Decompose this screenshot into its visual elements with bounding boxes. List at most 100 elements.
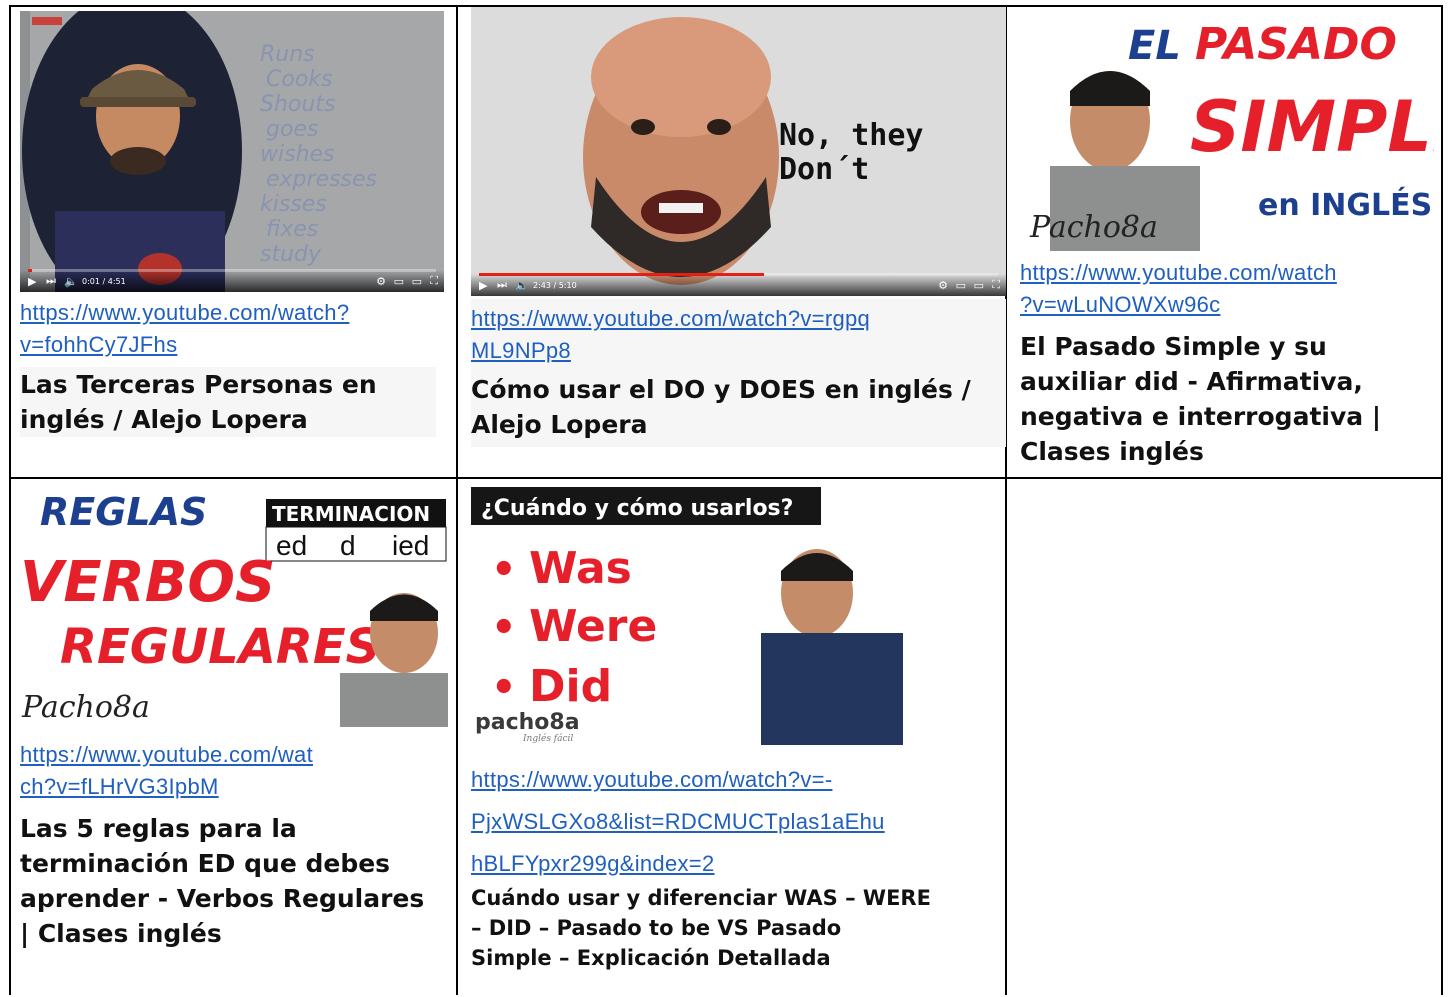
thumb-caption: Was	[529, 543, 632, 594]
thumb-caption: VERBOS	[20, 550, 275, 615]
video-title-line: Clases inglés	[1020, 437, 1204, 466]
channel-logo: Pacho8a	[21, 690, 150, 725]
video-cell-3: EL PASADO SIMPLE en INGLÉS Pacho8a https…	[1007, 5, 1441, 477]
video-link[interactable]: https://www.youtube.com/watch ?v=wLuNOWX…	[1020, 257, 1337, 321]
thumb-caption: d	[340, 530, 356, 561]
video-title-line: Las Terceras Personas en	[20, 370, 377, 399]
thumbnail-art: ¿Cuándo y cómo usarlos? • Was • Were • D…	[471, 483, 903, 745]
thumb-caption: ed	[276, 530, 307, 561]
thumb-caption: SIMPLE	[1190, 86, 1434, 168]
video-link-line: https://www.youtube.com/watch?v=-	[471, 767, 833, 792]
play-icon[interactable]: ▶	[479, 279, 487, 292]
video-title-line: terminación ED que debes	[20, 849, 391, 878]
video-title-line: auxiliar did - Afirmativa,	[1020, 367, 1363, 396]
svg-text:•: •	[491, 665, 517, 711]
thumb-caption: Did	[529, 661, 612, 712]
miniplayer-icon[interactable]: ▭	[956, 279, 966, 292]
video-title-line: | Clases inglés	[20, 919, 222, 948]
video-cell-5: ¿Cuándo y cómo usarlos? • Was • Were • D…	[458, 479, 1005, 995]
whiteboard-word: wishes	[260, 142, 335, 167]
channel-logo-subtitle: Inglés fácil	[522, 733, 573, 744]
volume-icon[interactable]: 🔈	[64, 275, 78, 288]
video-title-line: El Pasado Simple y su	[1020, 332, 1327, 361]
thumb-caption: REGLAS	[40, 490, 207, 534]
video-link-line: https://www.youtube.com/watch	[1020, 260, 1337, 285]
video-link[interactable]: https://www.youtube.com/watch?v=- PjxWSL…	[471, 759, 885, 885]
video-cell-2: No, they Don´t ▶ ⏭ 🔈 2:43 / 5:10 ⚙ ▭ ▭ ⛶…	[458, 5, 1006, 477]
theater-icon[interactable]: ▭	[412, 275, 422, 288]
fullscreen-icon[interactable]: ⛶	[992, 278, 1000, 292]
video-controls: ▶ ⏭ 🔈 2:43 / 5:10 ⚙ ▭ ▭ ⛶	[471, 274, 1006, 296]
video-link-line: PjxWSLGXo8&list=RDCMUCTplas1aEhu	[471, 809, 885, 834]
video-thumbnail[interactable]: ¿Cuándo y cómo usarlos? • Was • Were • D…	[471, 483, 903, 745]
video-link[interactable]: https://www.youtube.com/watch?v=rgpq ML9…	[471, 303, 870, 367]
table-border-right	[1441, 5, 1443, 995]
whiteboard-scene: RunsCooksShoutsgoeswishesexpresseskisses…	[20, 11, 444, 292]
video-title: Cuándo usar y diferenciar WAS – WERE – D…	[471, 883, 1001, 973]
video-link[interactable]: https://www.youtube.com/wat ch?v=fLHrVG3…	[20, 739, 313, 803]
video-thumbnail[interactable]: REGLAS TERMINACION ed d ied VERBOS REGUL…	[20, 483, 448, 727]
empty-cell	[1007, 479, 1441, 995]
video-table: Runs Cooks Shouts goes wishes expresses kisses…	[9, 5, 1443, 995]
video-cell-1: Runs Cooks Shouts goes wishes expresses kisses…	[9, 5, 456, 477]
video-link-line: https://www.youtube.com/watch?	[20, 300, 350, 325]
next-icon[interactable]: ⏭	[46, 274, 56, 288]
video-link-line: v=fohhCy7JFhs	[20, 332, 178, 357]
whiteboard-word: study	[260, 242, 322, 267]
video-title-line: Cuándo usar y diferenciar WAS – WERE	[471, 886, 931, 910]
video-link-line: https://www.youtube.com/watch?v=rgpq	[471, 306, 871, 331]
video-title-line: aprender - Verbos Regulares	[20, 884, 425, 913]
video-link-line: ch?v=fLHrVG3IpbM	[20, 774, 219, 799]
presenter-scene: No, they Don´t	[471, 7, 1006, 296]
video-link-line: hBLFYpxr299g&index=2	[471, 851, 715, 876]
next-icon[interactable]: ⏭	[497, 278, 507, 292]
video-title: Las Terceras Personas en inglés / Alejo …	[20, 367, 436, 437]
video-thumbnail[interactable]: Runs Cooks Shouts goes wishes expresses kisses…	[20, 11, 444, 292]
thumb-caption: REGULARES	[60, 619, 380, 675]
whiteboard-word: kisses	[260, 192, 327, 217]
video-title: Las 5 reglas para la terminación ED que …	[20, 811, 450, 951]
video-title-line: negativa e interrogativa |	[1020, 402, 1381, 431]
volume-icon[interactable]: 🔈	[515, 279, 529, 292]
whiteboard-word: Shouts	[260, 92, 335, 117]
fullscreen-icon[interactable]: ⛶	[430, 274, 438, 288]
video-link[interactable]: https://www.youtube.com/watch? v=fohhCy7…	[20, 297, 349, 361]
thumb-caption: en INGLÉS	[1258, 187, 1432, 223]
player-time: 0:01 / 4:51	[82, 277, 126, 286]
thumb-caption: Were	[529, 601, 657, 652]
video-link-line: ?v=wLuNOWXw96c	[1020, 292, 1221, 317]
player-time: 2:43 / 5:10	[533, 281, 577, 290]
miniplayer-icon[interactable]: ▭	[394, 275, 404, 288]
video-title-line: Las 5 reglas para la	[20, 814, 297, 843]
video-link-line: ML9NPp8	[471, 338, 571, 363]
play-icon[interactable]: ▶	[28, 275, 36, 288]
whiteboard-word: Cooks	[266, 67, 332, 92]
theater-icon[interactable]: ▭	[974, 279, 984, 292]
video-thumbnail[interactable]: EL PASADO SIMPLE en INGLÉS Pacho8a	[1020, 11, 1434, 251]
video-title: Cómo usar el DO y DOES en inglés / Alejo…	[471, 372, 1001, 442]
whiteboard-word: Runs	[260, 42, 315, 67]
thumb-caption: ied	[392, 530, 429, 561]
whiteboard-word: goes	[266, 117, 318, 142]
video-controls: ▶ ⏭ 🔈 0:01 / 4:51 ⚙ ▭ ▭ ⛶	[20, 270, 444, 292]
settings-icon[interactable]: ⚙	[376, 275, 386, 288]
thumb-caption: PASADO	[1195, 19, 1397, 70]
video-title: El Pasado Simple y su auxiliar did - Afi…	[1020, 329, 1435, 469]
thumb-caption: EL	[1128, 23, 1181, 69]
whiteboard-word: fixes	[266, 217, 318, 242]
video-link-line: https://www.youtube.com/wat	[20, 742, 314, 767]
whiteboard-word: expresses	[266, 167, 377, 192]
thumb-caption: TERMINACION	[272, 502, 430, 526]
thumb-caption: Don´t	[779, 152, 869, 187]
video-thumbnail[interactable]: No, they Don´t ▶ ⏭ 🔈 2:43 / 5:10 ⚙ ▭ ▭ ⛶	[471, 7, 1006, 296]
thumb-caption: No, they	[779, 118, 924, 153]
settings-icon[interactable]: ⚙	[938, 279, 948, 292]
thumbnail-art: REGLAS TERMINACION ed d ied VERBOS REGUL…	[20, 483, 448, 727]
channel-logo: Pacho8a	[1029, 210, 1158, 245]
channel-logo: pacho8a	[475, 710, 580, 735]
svg-text:•: •	[491, 547, 517, 593]
thumb-caption: ¿Cuándo y cómo usarlos?	[481, 496, 793, 521]
video-cell-4: REGLAS TERMINACION ed d ied VERBOS REGUL…	[9, 479, 456, 995]
video-title-line: Alejo Lopera	[471, 410, 648, 439]
svg-text:•: •	[491, 605, 517, 651]
